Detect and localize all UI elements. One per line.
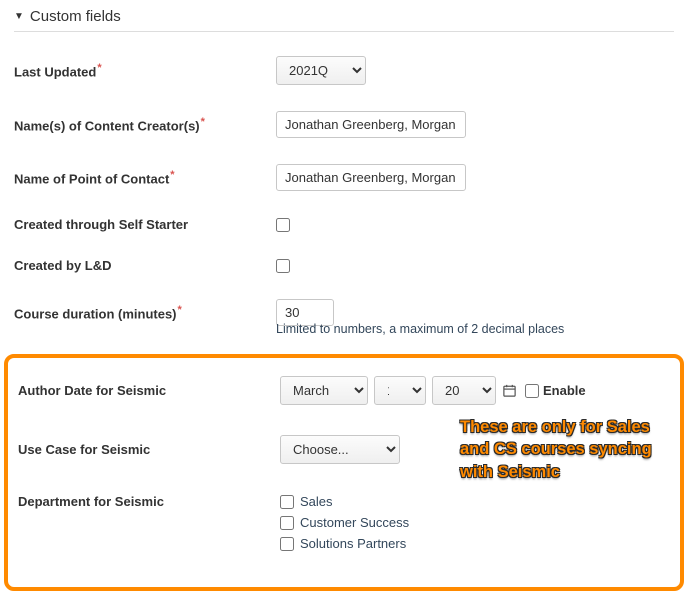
row-creators: Name(s) of Content Creator(s)* xyxy=(14,111,674,138)
checkbox-ld[interactable] xyxy=(276,259,290,273)
label-creators: Name(s) of Content Creator(s)* xyxy=(14,116,276,133)
label-last-updated: Last Updated* xyxy=(14,62,276,79)
checkbox-dept-sp[interactable] xyxy=(280,537,294,551)
calendar-icon[interactable] xyxy=(502,383,517,398)
label-ld: Created by L&D xyxy=(14,258,276,273)
dept-option-cs[interactable]: Customer Success xyxy=(280,515,409,530)
row-poc: Name of Point of Contact* xyxy=(14,164,674,191)
seismic-highlight-group: Author Date for Seismic March 12 2021 xyxy=(4,354,684,591)
checkbox-enable-date[interactable] xyxy=(525,384,539,398)
input-poc[interactable] xyxy=(276,164,466,191)
select-day[interactable]: 12 xyxy=(374,376,426,405)
row-last-updated: Last Updated* 2021Q1 xyxy=(14,56,674,85)
label-poc: Name of Point of Contact* xyxy=(14,169,276,186)
row-ld: Created by L&D xyxy=(14,258,674,273)
label-duration: Course duration (minutes)* xyxy=(14,304,276,321)
section-title: Custom fields xyxy=(30,8,121,25)
dept-option-sales[interactable]: Sales xyxy=(280,494,333,509)
caret-down-icon: ▼ xyxy=(14,11,24,22)
row-author-date: Author Date for Seismic March 12 2021 xyxy=(18,376,670,405)
select-use-case[interactable]: Choose... xyxy=(280,435,400,464)
label-self-starter: Created through Self Starter xyxy=(14,217,276,232)
row-department: Department for Seismic Sales Customer Su… xyxy=(18,494,670,551)
select-last-updated[interactable]: 2021Q1 xyxy=(276,56,366,85)
checkbox-dept-cs[interactable] xyxy=(280,516,294,530)
select-month[interactable]: March xyxy=(280,376,368,405)
label-use-case: Use Case for Seismic xyxy=(18,442,280,457)
label-author-date: Author Date for Seismic xyxy=(18,383,280,398)
label-enable: Enable xyxy=(543,383,586,398)
input-creators[interactable] xyxy=(276,111,466,138)
row-self-starter: Created through Self Starter xyxy=(14,217,674,232)
section-header[interactable]: ▼ Custom fields xyxy=(14,8,674,32)
row-use-case: Use Case for Seismic Choose... xyxy=(18,435,670,464)
select-year[interactable]: 2021 xyxy=(432,376,496,405)
dept-option-sp[interactable]: Solutions Partners xyxy=(280,536,406,551)
checkbox-self-starter[interactable] xyxy=(276,218,290,232)
label-department: Department for Seismic xyxy=(18,494,280,509)
checkbox-dept-sales[interactable] xyxy=(280,495,294,509)
